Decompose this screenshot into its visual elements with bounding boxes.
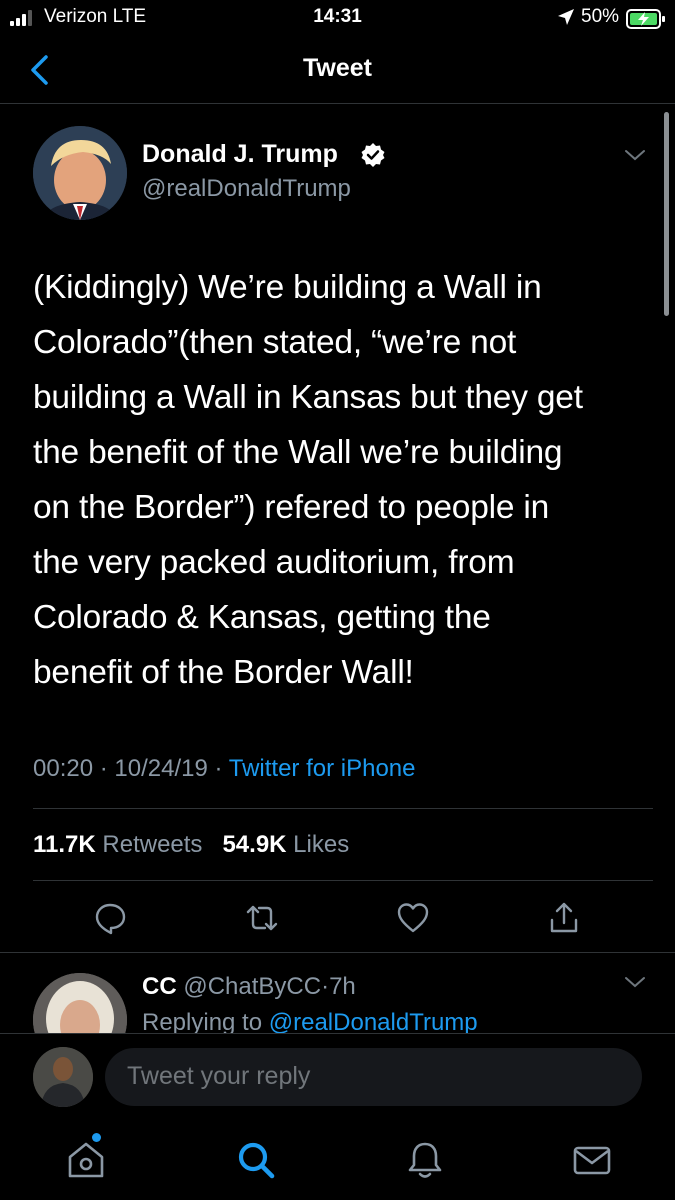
search-icon[interactable]: [234, 1138, 278, 1182]
tweet-stats: 11.7K Retweets 54.9K Likes: [33, 831, 349, 859]
chevron-down-icon[interactable]: [624, 975, 646, 989]
tweet-meta: 00:20 · 10/24/19 · Twitter for iPhone: [33, 755, 415, 783]
tweet-time: 00:20: [33, 755, 94, 782]
author-handle[interactable]: @realDonaldTrump: [142, 175, 351, 203]
reply-age: 7h: [329, 973, 356, 1000]
like-icon[interactable]: [395, 900, 431, 936]
verified-badge-icon: [361, 143, 385, 167]
retweet-icon[interactable]: [244, 900, 280, 936]
home-icon[interactable]: [64, 1138, 108, 1182]
reply-name[interactable]: CC: [142, 973, 177, 1000]
reply-icon[interactable]: [92, 900, 128, 936]
page-title: Tweet: [303, 54, 372, 82]
tweet-text: (Kiddingly) We’re building a Wall in Col…: [33, 269, 583, 691]
notification-dot: [92, 1133, 101, 1142]
scrollbar[interactable]: [664, 112, 669, 316]
battery-percent: 50%: [581, 6, 620, 27]
likes-stat[interactable]: 54.9K Likes: [222, 831, 349, 858]
status-bar: Verizon LTE 14:31 50%: [0, 0, 675, 40]
meta-separator: ·: [321, 973, 330, 1000]
replying-label: Replying to: [142, 1009, 263, 1033]
location-arrow-icon: [558, 9, 574, 25]
meta-separator: ·: [214, 755, 223, 782]
reply-avatar[interactable]: [33, 973, 127, 1033]
divider: [0, 1033, 675, 1034]
meta-separator: ·: [99, 755, 108, 782]
nav-divider: [0, 103, 675, 104]
reply-handle[interactable]: @ChatByCC: [183, 973, 321, 1000]
retweets-count: 11.7K: [33, 831, 96, 858]
retweets-stat[interactable]: 11.7K Retweets: [33, 831, 202, 858]
notifications-icon[interactable]: [403, 1138, 447, 1182]
likes-label: Likes: [293, 831, 350, 858]
tweet-date: 10/24/19: [114, 755, 208, 782]
reply-input-placeholder: Tweet your reply: [127, 1062, 311, 1090]
reply-item[interactable]: CC @ChatByCC·7h Replying to @realDonaldT…: [0, 953, 675, 1033]
reply-author: CC @ChatByCC·7h: [142, 973, 356, 1001]
author-name[interactable]: Donald J. Trump: [142, 140, 338, 169]
user-avatar[interactable]: [33, 1047, 93, 1107]
reply-input[interactable]: Tweet your reply: [105, 1048, 642, 1106]
chevron-down-icon[interactable]: [624, 148, 646, 162]
author-avatar[interactable]: [33, 126, 127, 220]
share-icon[interactable]: [546, 900, 582, 936]
divider: [33, 808, 653, 809]
retweets-label: Retweets: [102, 831, 203, 858]
messages-icon[interactable]: [570, 1138, 614, 1182]
replying-mention-link[interactable]: @realDonaldTrump: [269, 1009, 478, 1033]
replying-to: Replying to @realDonaldTrump: [142, 1009, 478, 1033]
tweet-source-link[interactable]: Twitter for iPhone: [229, 755, 416, 782]
likes-count: 54.9K: [222, 831, 287, 858]
battery-charging-icon: [626, 9, 665, 29]
divider: [33, 880, 653, 881]
